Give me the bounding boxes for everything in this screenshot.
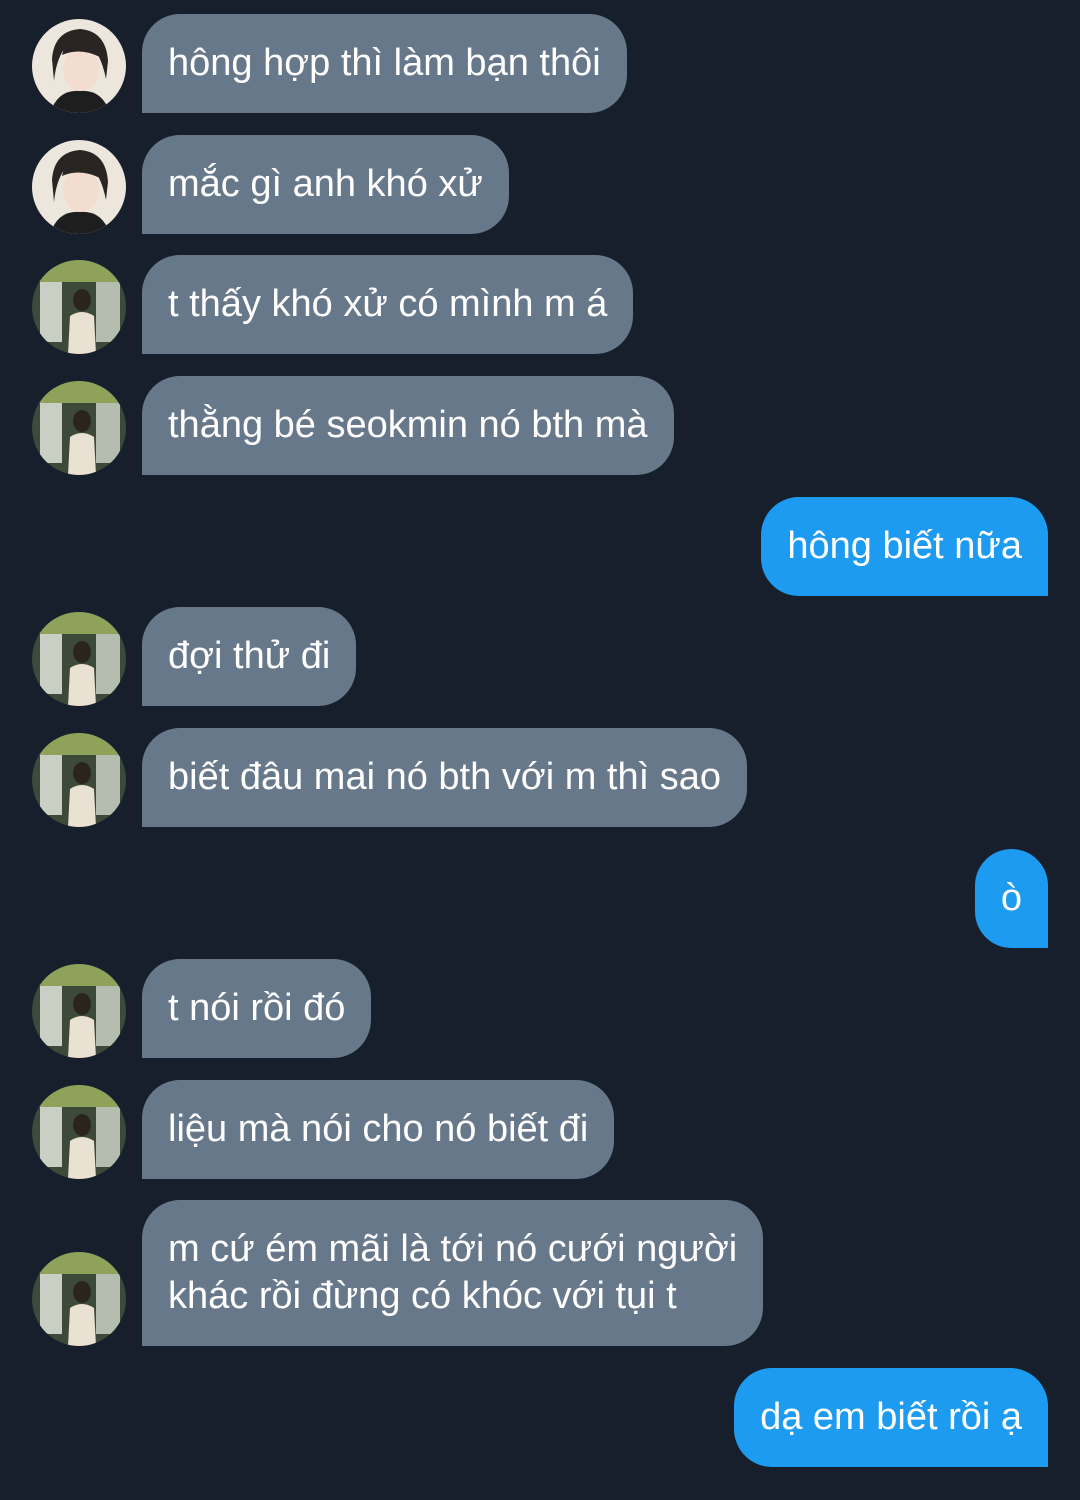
incoming-message-bubble[interactable]: biết đâu mai nó bth với m thì sao xyxy=(142,728,747,827)
message-text: thằng bé seokmin nó bth mà xyxy=(168,404,648,446)
incoming-message-bubble[interactable]: mắc gì anh khó xử xyxy=(142,135,509,234)
message-text: dạ em biết rồi ạ xyxy=(760,1396,1022,1438)
contact-avatar[interactable] xyxy=(32,1252,126,1346)
message-row: t nói rồi đó xyxy=(0,959,1080,1058)
message-row: t thấy khó xử có mình m á xyxy=(0,255,1080,354)
message-text: ò xyxy=(1000,877,1022,919)
incoming-message-bubble[interactable]: m cứ ém mãi là tới nó cưới người khác rồ… xyxy=(142,1200,764,1346)
contact-avatar[interactable] xyxy=(32,733,126,827)
incoming-message-bubble[interactable]: liệu mà nói cho nó biết đi xyxy=(142,1080,615,1179)
message-row: liệu mà nói cho nó biết đi xyxy=(0,1080,1080,1179)
message-row: dạ em biết rồi ạ xyxy=(0,1368,1080,1467)
photo-avatar-icon xyxy=(32,381,126,475)
contact-avatar[interactable] xyxy=(32,381,126,475)
outgoing-message-bubble[interactable]: dạ em biết rồi ạ xyxy=(734,1368,1048,1467)
message-text: liệu mà nói cho nó biết đi xyxy=(168,1108,589,1150)
contact-avatar[interactable] xyxy=(32,140,126,234)
message-text-line: khác rồi đừng có khóc với tụi t xyxy=(168,1275,677,1317)
message-text: biết đâu mai nó bth với m thì sao xyxy=(168,756,721,798)
message-text: hông biết nữa xyxy=(787,525,1022,567)
contact-avatar[interactable] xyxy=(32,1085,126,1179)
contact-avatar[interactable] xyxy=(32,964,126,1058)
message-text: hông hợp thì làm bạn thôi xyxy=(168,42,601,84)
contact-avatar[interactable] xyxy=(32,612,126,706)
message-text: t nói rồi đó xyxy=(168,987,346,1029)
photo-avatar-icon xyxy=(32,733,126,827)
message-row: hông hợp thì làm bạn thôi xyxy=(0,14,1080,113)
incoming-message-bubble[interactable]: hông hợp thì làm bạn thôi xyxy=(142,14,627,113)
message-text-line: m cứ ém mãi là tới nó cưới người xyxy=(168,1228,738,1270)
message-row: mắc gì anh khó xử xyxy=(0,135,1080,234)
incoming-message-bubble[interactable]: thằng bé seokmin nó bth mà xyxy=(142,376,674,475)
photo-avatar-icon xyxy=(32,1085,126,1179)
chat-screen: hông hợp thì làm bạn thôi mắc gì anh khó… xyxy=(0,0,1080,1500)
message-row: hông biết nữa xyxy=(0,497,1080,596)
message-row: ò xyxy=(0,849,1080,948)
message-text: t thấy khó xử có mình m á xyxy=(168,283,608,325)
incoming-message-bubble[interactable]: đợi thử đi xyxy=(142,607,357,706)
incoming-message-bubble[interactable]: t thấy khó xử có mình m á xyxy=(142,255,634,354)
contact-avatar[interactable] xyxy=(32,19,126,113)
portrait-avatar-icon xyxy=(32,140,126,234)
outgoing-message-bubble[interactable]: hông biết nữa xyxy=(761,497,1048,596)
message-text: đợi thử đi xyxy=(168,635,331,677)
message-row: m cứ ém mãi là tới nó cưới người khác rồ… xyxy=(0,1200,1080,1346)
outgoing-message-bubble[interactable]: ò xyxy=(974,849,1048,948)
photo-avatar-icon xyxy=(32,1252,126,1346)
message-row: đợi thử đi xyxy=(0,607,1080,706)
incoming-message-bubble[interactable]: t nói rồi đó xyxy=(142,959,372,1058)
photo-avatar-icon xyxy=(32,964,126,1058)
contact-avatar[interactable] xyxy=(32,260,126,354)
portrait-avatar-icon xyxy=(32,19,126,113)
message-row: thằng bé seokmin nó bth mà xyxy=(0,376,1080,475)
photo-avatar-icon xyxy=(32,260,126,354)
message-row: biết đâu mai nó bth với m thì sao xyxy=(0,728,1080,827)
message-text: mắc gì anh khó xử xyxy=(168,163,483,205)
photo-avatar-icon xyxy=(32,612,126,706)
